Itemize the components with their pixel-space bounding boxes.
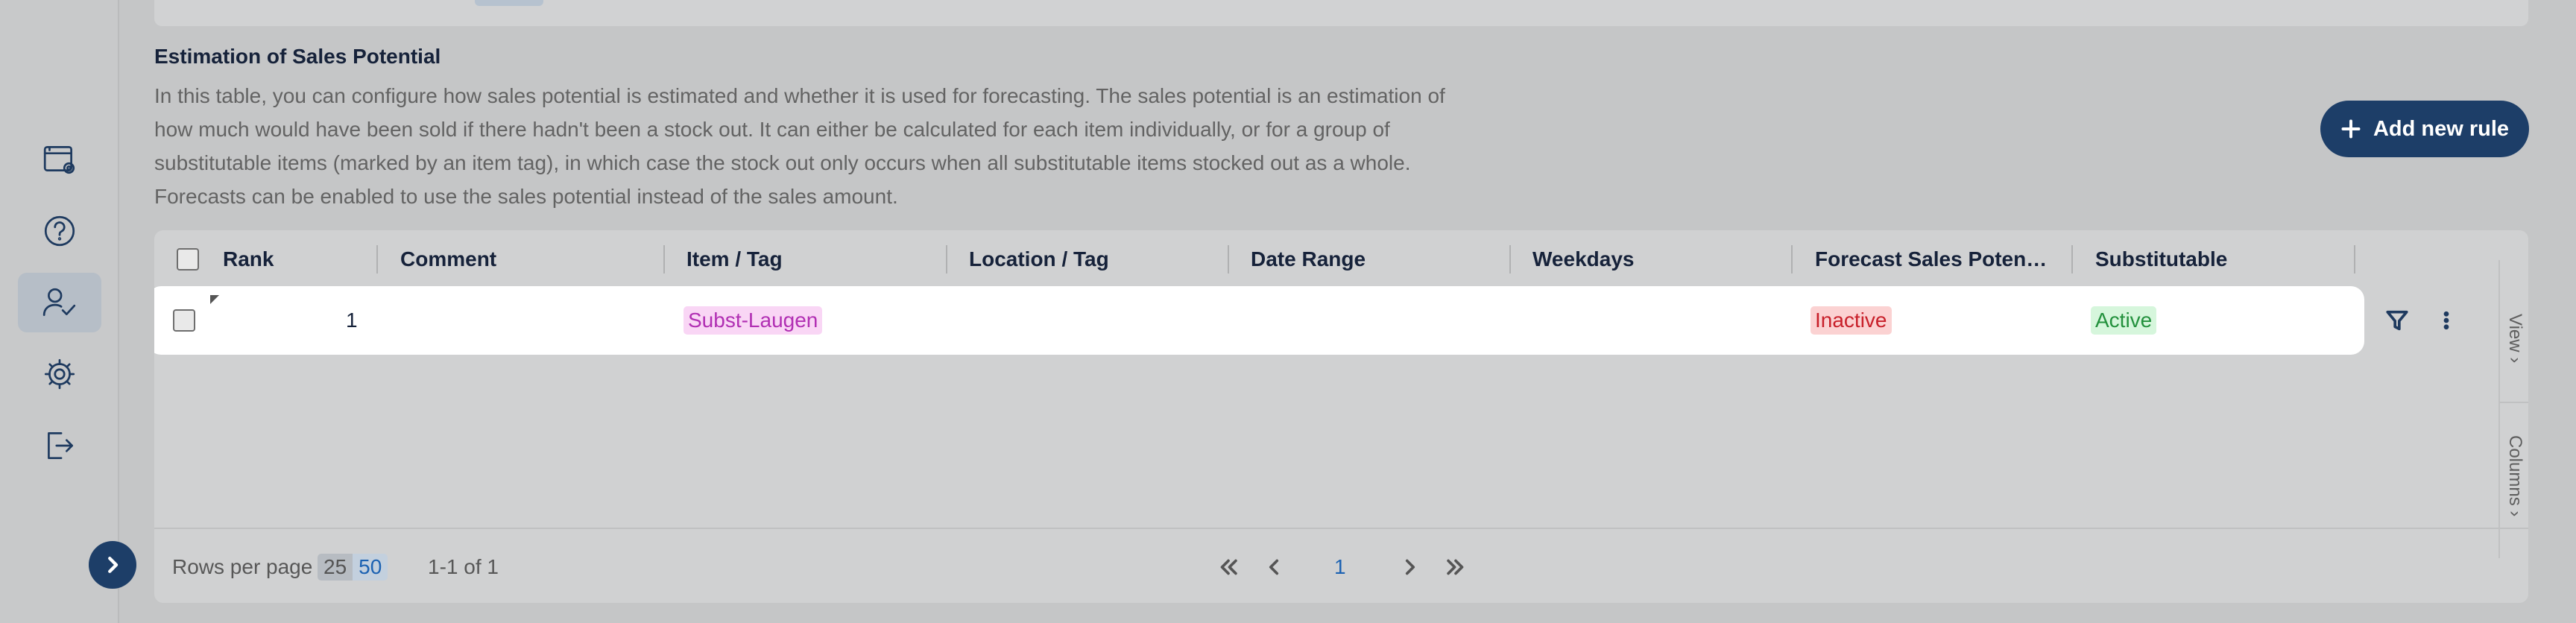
column-header-comment[interactable]: Comment <box>400 230 654 288</box>
filter-icon[interactable] <box>2384 308 2410 333</box>
side-tab-columns-label: Columns › <box>2505 435 2525 517</box>
previous-section-card <box>154 0 2528 26</box>
chevron-right-icon <box>1405 559 1415 575</box>
column-separator[interactable] <box>1228 245 1229 273</box>
chevron-left-icon <box>1269 559 1279 575</box>
section-description: In this table, you can configure how sal… <box>154 84 1445 208</box>
item-tag-badge: Subst-Laugen <box>684 306 823 335</box>
column-separator[interactable] <box>1791 245 1793 273</box>
column-header-forecast-sales-potential[interactable]: Forecast Sales Poten… <box>1815 230 2077 288</box>
chevron-right-icon <box>108 557 119 573</box>
side-tab-columns[interactable]: Columns › <box>2500 413 2528 540</box>
sidebar-item-calendar-settings[interactable] <box>18 130 101 189</box>
row-checkbox[interactable] <box>173 289 195 352</box>
rows-per-page-option-50[interactable]: 50 <box>353 554 388 581</box>
column-separator[interactable] <box>946 245 947 273</box>
side-tab-view-label: View › <box>2505 313 2525 364</box>
select-all-checkbox[interactable] <box>177 230 199 288</box>
sidebar-item-help[interactable] <box>18 201 101 261</box>
side-tab-view[interactable]: View › <box>2500 282 2528 394</box>
column-header-date-range[interactable]: Date Range <box>1251 230 1504 288</box>
sidebar-item-settings[interactable] <box>18 344 101 404</box>
rules-table: Rank Comment Item / Tag Location / Tag D… <box>154 230 2528 603</box>
edit-marker <box>210 295 219 304</box>
column-header-location-tag[interactable]: Location / Tag <box>969 230 1222 288</box>
column-separator[interactable] <box>376 245 378 273</box>
add-new-rule-label: Add new rule <box>2373 116 2510 141</box>
previous-page-button[interactable] <box>1261 529 1287 603</box>
previous-section-fragment <box>475 0 543 6</box>
chevrons-right-icon <box>1447 559 1464 575</box>
status-badge-active: Active <box>2091 306 2157 335</box>
table-footer: Rows per page 25 50 1-1 of 1 1 <box>154 528 2528 603</box>
side-panel-tabs: View › Columns › <box>2498 260 2528 558</box>
column-header-substitutable[interactable]: Substitutable <box>2095 230 2349 288</box>
row-actions <box>2362 289 2457 352</box>
column-separator[interactable] <box>1509 245 1511 273</box>
table-row[interactable]: 1 Subst-Laugen Inactive Active <box>154 289 2361 352</box>
cell-item-tag[interactable]: Subst-Laugen <box>684 289 823 352</box>
column-separator[interactable] <box>2071 245 2073 273</box>
pagination-range: 1-1 of 1 <box>428 554 499 578</box>
last-page-button[interactable] <box>1443 529 1468 603</box>
logout-icon <box>48 431 74 460</box>
user-check-icon <box>42 288 76 317</box>
rows-per-page-label: Rows per page <box>172 554 313 578</box>
column-separator[interactable] <box>663 245 665 273</box>
first-page-button[interactable] <box>1216 529 1241 603</box>
side-tab-divider <box>2500 402 2528 403</box>
column-header-item-tag[interactable]: Item / Tag <box>686 230 940 288</box>
more-vertical-icon[interactable] <box>2435 308 2457 333</box>
next-page-button[interactable] <box>1398 529 1423 603</box>
calendar-settings-icon <box>43 145 75 174</box>
gear-icon <box>44 358 75 390</box>
sidebar-item-logout[interactable] <box>18 416 101 475</box>
rows-per-page-option-25[interactable]: 25 <box>318 554 353 581</box>
column-header-weekdays[interactable]: Weekdays <box>1532 230 1786 288</box>
column-header-rank[interactable]: Rank <box>223 230 372 288</box>
table-header: Rank Comment Item / Tag Location / Tag D… <box>154 230 2355 288</box>
plus-icon <box>2341 119 2361 139</box>
cell-substitutable[interactable]: Active <box>2091 289 2157 352</box>
sidebar-expand-button[interactable] <box>89 541 136 589</box>
section-title: Estimation of Sales Potential <box>154 45 441 68</box>
help-icon <box>44 215 75 247</box>
current-page[interactable]: 1 <box>1334 529 1346 603</box>
add-new-rule-button[interactable]: Add new rule <box>2320 101 2529 157</box>
rows-per-page-selector: 25 50 <box>318 554 388 581</box>
column-separator <box>2354 245 2355 273</box>
chevrons-left-icon <box>1220 559 1237 575</box>
sidebar <box>0 0 119 623</box>
sidebar-item-user-rules[interactable] <box>18 273 101 332</box>
cell-rank: 1 <box>346 309 358 332</box>
cell-forecast-sales-potential[interactable]: Inactive <box>1811 289 1892 352</box>
status-badge-inactive: Inactive <box>1811 306 1892 335</box>
